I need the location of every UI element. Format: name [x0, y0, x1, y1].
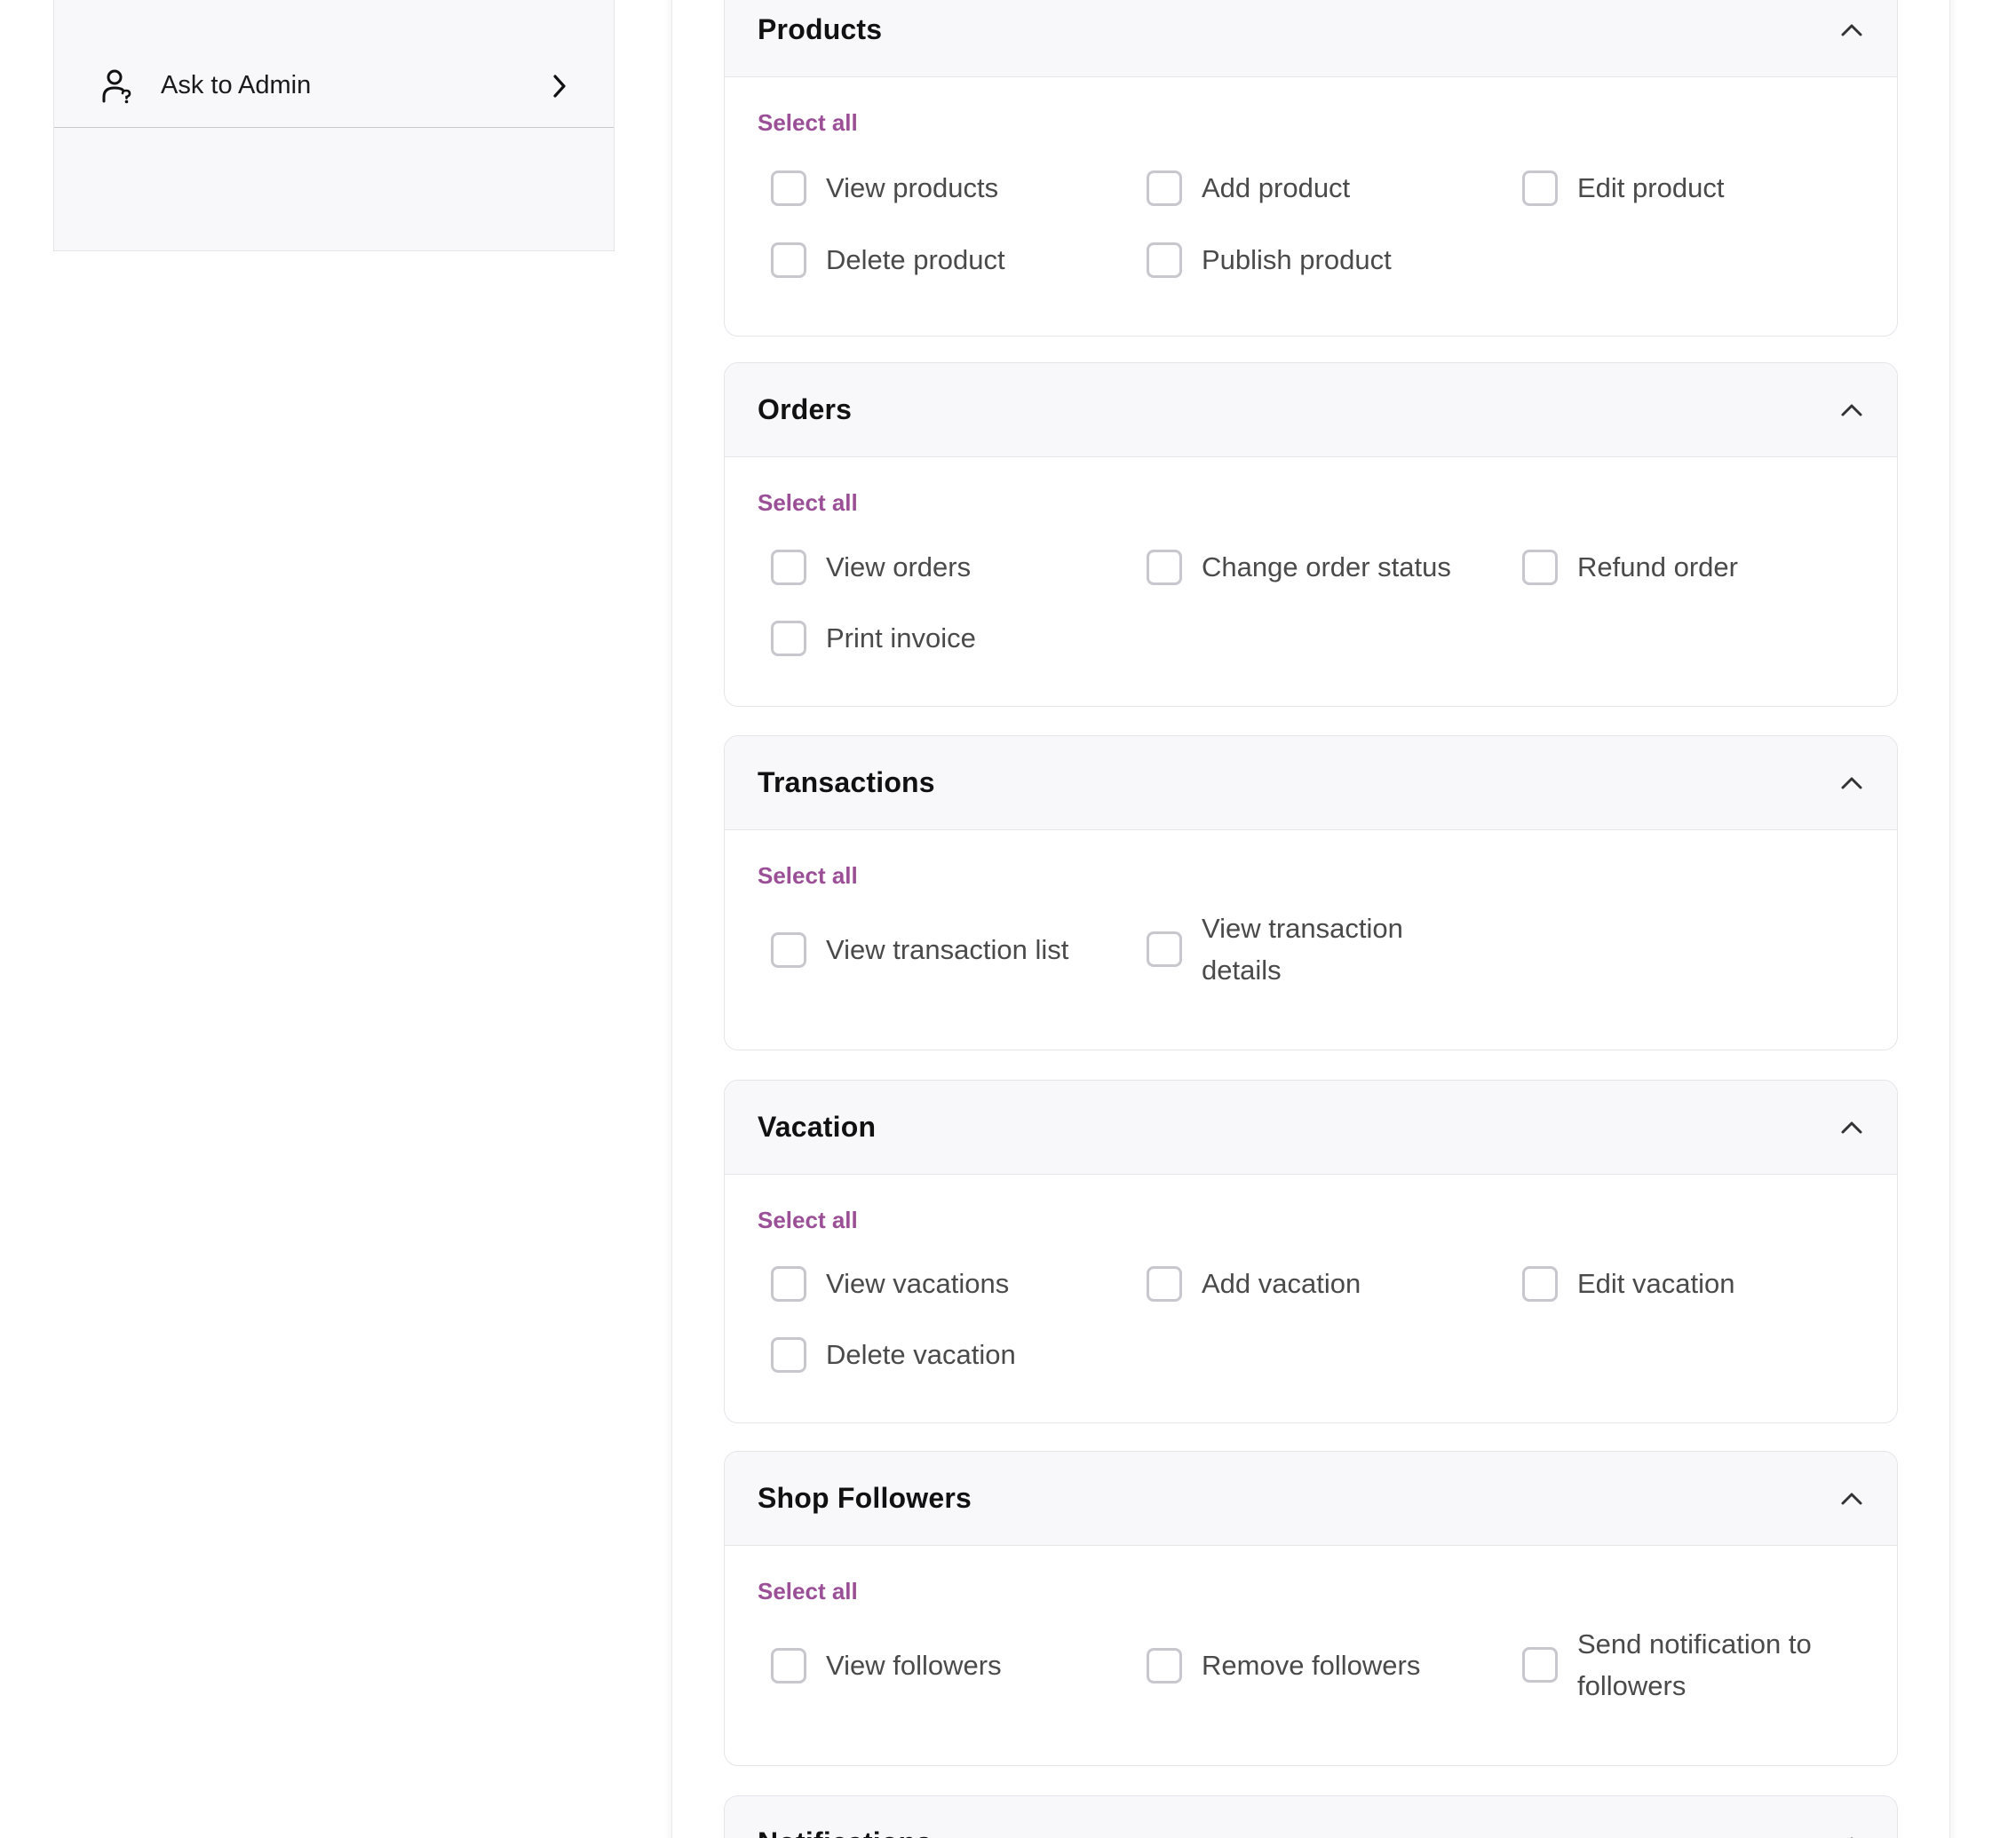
checkbox[interactable] — [1522, 1647, 1558, 1683]
select-all-link[interactable]: Select all — [758, 1578, 858, 1605]
checkbox[interactable] — [1147, 242, 1182, 278]
option-label: Add vacation — [1202, 1268, 1361, 1299]
option-label: Change order status — [1202, 551, 1451, 582]
sidebar-item-ask-to-admin[interactable]: Ask to Admin — [54, 44, 614, 128]
section-header[interactable]: Products — [725, 0, 1897, 77]
option-label: View transaction details — [1202, 913, 1403, 986]
option-publish-product[interactable]: Publish product — [1147, 239, 1392, 281]
chevron-up-icon[interactable] — [1838, 770, 1865, 796]
section-body: Select all View transaction list View tr… — [725, 830, 1897, 1050]
permission-section-vacation: Vacation Select all View vacations Add v… — [724, 1080, 1898, 1423]
option-label: View orders — [826, 551, 972, 582]
checkbox[interactable] — [771, 1265, 806, 1302]
checkbox[interactable] — [771, 170, 806, 206]
option-view-orders[interactable]: View orders — [771, 546, 971, 588]
user-question-icon — [102, 68, 134, 104]
section-body: Select all View followers Remove followe… — [725, 1546, 1897, 1765]
option-remove-followers[interactable]: Remove followers — [1147, 1644, 1420, 1686]
section-header[interactable]: Transactions — [725, 736, 1897, 830]
option-refund-order[interactable]: Refund order — [1522, 546, 1738, 588]
checkbox[interactable] — [771, 242, 806, 278]
checkbox[interactable] — [1522, 549, 1558, 585]
option-label: View followers — [826, 1650, 1002, 1681]
checkbox[interactable] — [1147, 1265, 1182, 1302]
checkbox[interactable] — [1522, 170, 1558, 206]
option-label: Edit product — [1577, 172, 1725, 203]
option-delete-product[interactable]: Delete product — [771, 239, 1005, 281]
select-all-link[interactable]: Select all — [758, 109, 858, 137]
section-body: Select all View products Add product Edi… — [725, 77, 1897, 336]
option-view-vacations[interactable]: View vacations — [771, 1263, 1009, 1304]
option-edit-vacation[interactable]: Edit vacation — [1522, 1263, 1735, 1304]
permission-section-shop-followers: Shop Followers Select all View followers… — [724, 1451, 1898, 1766]
section-title: Orders — [758, 393, 853, 425]
checkbox[interactable] — [771, 1647, 806, 1684]
chevron-up-icon[interactable] — [1838, 1830, 1865, 1838]
select-all-link[interactable]: Select all — [758, 489, 858, 517]
checkbox[interactable] — [771, 1336, 806, 1373]
permission-section-transactions: Transactions Select all View transaction… — [724, 735, 1898, 1050]
checkbox[interactable] — [1147, 1647, 1182, 1684]
select-all-link[interactable]: Select all — [758, 1207, 858, 1234]
option-label: Delete product — [826, 244, 1005, 275]
checkbox[interactable] — [771, 931, 806, 968]
option-add-vacation[interactable]: Add vacation — [1147, 1263, 1361, 1304]
option-delete-vacation[interactable]: Delete vacation — [771, 1334, 1016, 1375]
checkbox[interactable] — [771, 549, 806, 585]
chevron-up-icon[interactable] — [1838, 1485, 1865, 1512]
option-label: Send notification to followers — [1577, 1628, 1812, 1701]
sidebar-item-label: Ask to Admin — [161, 71, 312, 99]
option-label: Print invoice — [826, 622, 976, 654]
option-label: Refund order — [1577, 551, 1738, 582]
section-title: Notifications — [758, 1826, 1838, 1838]
option-label: View products — [826, 172, 999, 203]
option-edit-product[interactable]: Edit product — [1522, 167, 1724, 209]
option-label: Add product — [1202, 172, 1351, 203]
option-view-transaction-details[interactable]: View transaction details — [1147, 907, 1441, 991]
chevron-right-icon — [550, 73, 569, 99]
option-change-order-status[interactable]: Change order status — [1147, 546, 1451, 588]
permission-section-notifications: Notifications — [724, 1795, 1898, 1838]
option-label: Delete vacation — [826, 1339, 1016, 1370]
permission-section-products: Products Select all View products Add pr… — [724, 0, 1898, 337]
chevron-up-icon[interactable] — [1838, 397, 1865, 424]
section-header[interactable]: Shop Followers — [725, 1452, 1897, 1546]
option-view-transaction-list[interactable]: View transaction list — [771, 929, 1068, 970]
option-label: Remove followers — [1202, 1650, 1421, 1681]
chevron-up-icon[interactable] — [1838, 1114, 1865, 1141]
option-label: View transaction list — [826, 934, 1069, 965]
select-all-link[interactable]: Select all — [758, 862, 858, 890]
section-title: Shop Followers — [758, 1482, 972, 1514]
section-header[interactable]: Notifications — [725, 1796, 1897, 1838]
checkbox[interactable] — [1522, 1265, 1558, 1302]
option-label: View vacations — [826, 1268, 1010, 1299]
section-body: Select all View vacations Add vacation E… — [725, 1175, 1897, 1422]
checkbox[interactable] — [1147, 170, 1182, 206]
option-print-invoice[interactable]: Print invoice — [771, 617, 976, 659]
section-header[interactable]: Vacation — [725, 1081, 1897, 1175]
chevron-up-icon[interactable] — [1838, 17, 1865, 44]
permission-section-orders: Orders Select all View orders Change ord… — [724, 362, 1898, 707]
checkbox[interactable] — [771, 620, 806, 656]
option-label: Publish product — [1202, 244, 1392, 275]
section-title: Products — [758, 13, 883, 45]
section-body: Select all View orders Change order stat… — [725, 457, 1897, 706]
sidebar: Ask to Admin — [53, 0, 615, 251]
option-send-notification-to-followers[interactable]: Send notification to followers — [1522, 1623, 1844, 1707]
checkbox[interactable] — [1147, 549, 1182, 585]
checkbox[interactable] — [1147, 931, 1182, 967]
sidebar-item-partial[interactable] — [54, 0, 614, 2]
section-header[interactable]: Orders — [725, 363, 1897, 457]
section-title: Vacation — [758, 1111, 877, 1143]
option-label: Edit vacation — [1577, 1268, 1735, 1299]
option-view-products[interactable]: View products — [771, 167, 998, 209]
option-view-followers[interactable]: View followers — [771, 1644, 1002, 1686]
section-title: Transactions — [758, 766, 935, 798]
option-add-product[interactable]: Add product — [1147, 167, 1350, 209]
